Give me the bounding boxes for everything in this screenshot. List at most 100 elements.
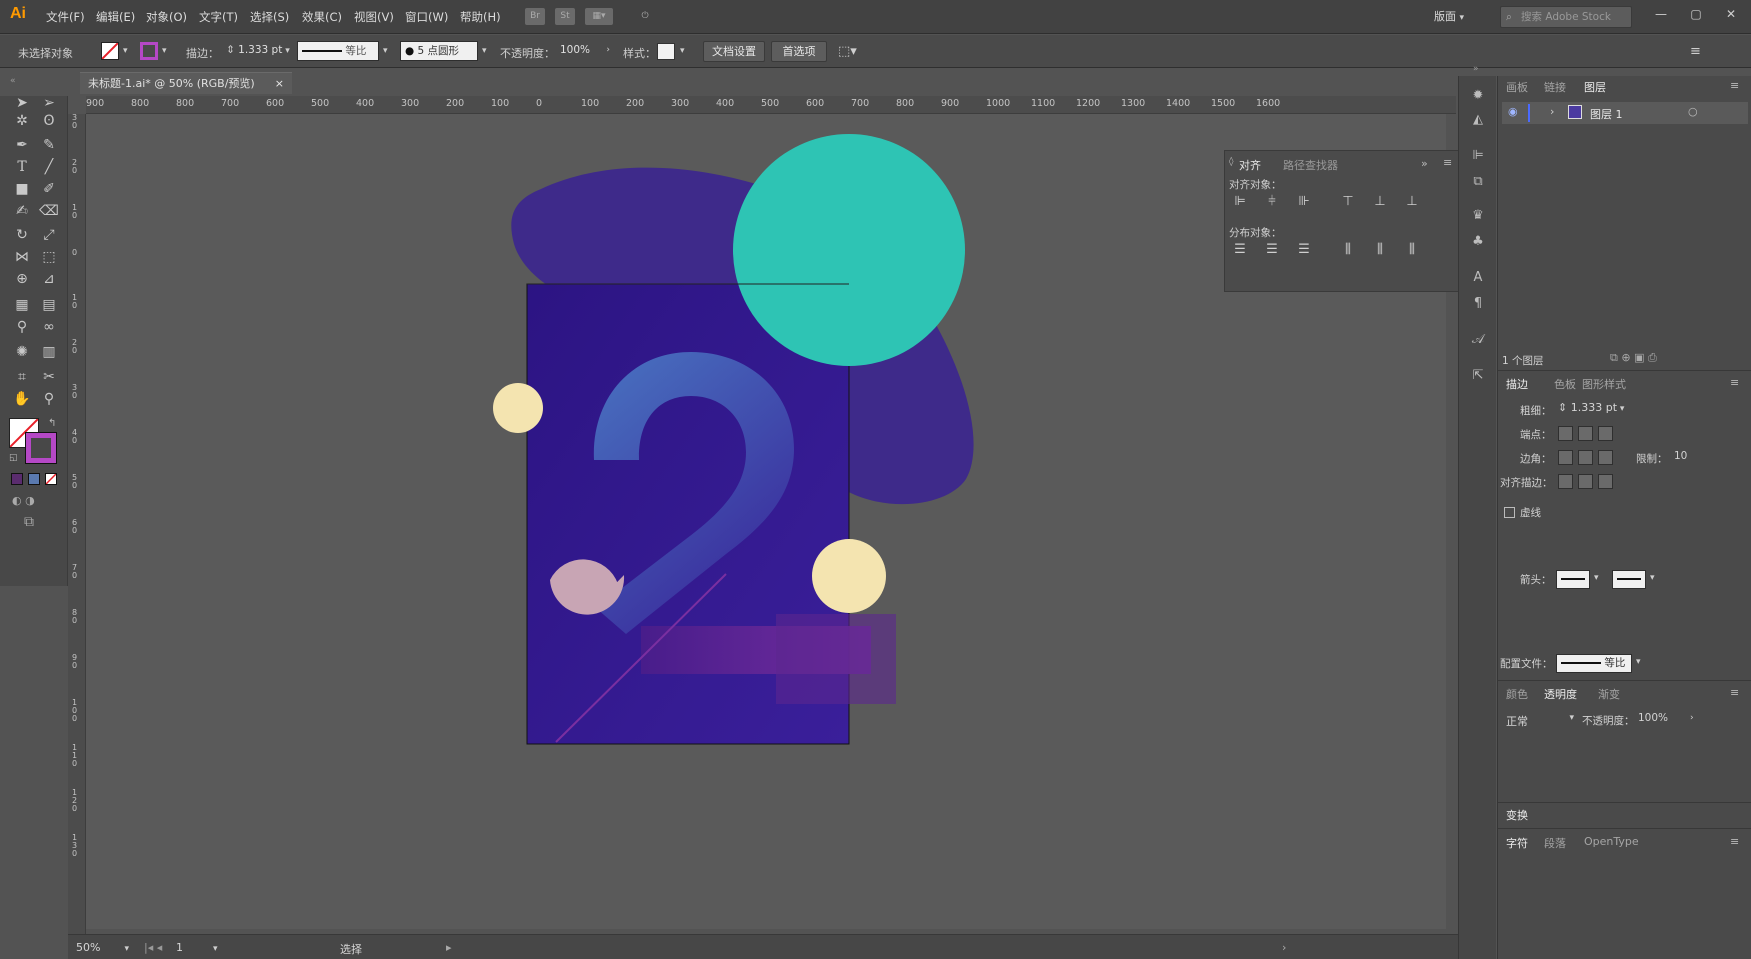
maximize-icon[interactable]: ▢ [1680, 4, 1712, 24]
bevel-join-icon[interactable] [1598, 450, 1613, 465]
pathfinder-strip-icon[interactable]: ⧉ [1468, 174, 1488, 192]
start-arrow-dropdown-icon[interactable]: ▾ [1594, 573, 1599, 583]
layer-target-icon[interactable]: ○ [1688, 105, 1698, 118]
stroke-weight-field[interactable]: ⇕ 1.333 pt ▾ [222, 41, 290, 61]
scale-tool-icon[interactable]: ⤢ [37, 224, 61, 246]
close-tab-icon[interactable]: × [275, 73, 284, 94]
width-tool-icon[interactable]: ⋈ [10, 246, 34, 268]
expand-panels-icon[interactable]: » [1473, 64, 1479, 74]
first-artboard-icon[interactable]: |◂ ◂ [144, 941, 162, 954]
stroke-menu-icon[interactable]: ≡ [1730, 376, 1739, 389]
menu-window[interactable]: 窗口(W) [405, 9, 448, 25]
menu-object[interactable]: 对象(O) [146, 9, 187, 25]
zoom-tool-icon[interactable]: ⚲ [37, 388, 61, 410]
rectangle-tool-icon[interactable]: ■ [10, 178, 34, 200]
align-bottom-icon[interactable]: ⊥ [1403, 193, 1421, 211]
collapse-toolbox-icon[interactable]: « [10, 76, 16, 86]
layers-menu-icon[interactable]: ≡ [1730, 79, 1739, 92]
fill-none-swatch[interactable] [101, 42, 119, 60]
document-tab[interactable]: 未标题-1.ai* @ 50% (RGB/预览) × [80, 72, 292, 94]
menu-help[interactable]: 帮助(H) [460, 9, 501, 25]
type-tool-icon[interactable]: T [10, 156, 34, 178]
perspective-grid-tool-icon[interactable]: ⊿ [37, 268, 61, 290]
graphic-style-swatch[interactable] [657, 43, 675, 60]
fill-dropdown-icon[interactable]: ▾ [123, 46, 128, 56]
tab-links[interactable]: 链接 [1544, 79, 1566, 95]
swap-fill-stroke-icon[interactable]: ↰ [48, 418, 56, 429]
menu-file[interactable]: 文件(F) [46, 9, 85, 25]
zoom-selector[interactable]: 50% ▾ [76, 941, 136, 954]
arrange-icon[interactable]: ⬚▾ [838, 44, 857, 59]
menu-edit[interactable]: 编辑(E) [96, 9, 135, 25]
align-menu-icon[interactable]: ≡ [1443, 156, 1452, 169]
round-cap-icon[interactable] [1578, 426, 1593, 441]
distribute-hcenter-icon[interactable]: ⫼ [1371, 241, 1389, 259]
paragraph-styles-icon[interactable]: ¶ [1468, 296, 1488, 314]
eyedropper-tool-icon[interactable]: ⚲ [10, 316, 34, 338]
artboard-number[interactable]: 1 ▾ [176, 941, 224, 954]
line-tool-icon[interactable]: ╱ [37, 156, 61, 178]
lasso-tool-icon[interactable]: ʘ [37, 110, 61, 132]
panel-collapse-icon[interactable]: ◊ [1229, 157, 1233, 167]
stroke-color-box[interactable] [25, 432, 57, 464]
stroke-spinner-icon[interactable]: ⇕ [226, 44, 238, 56]
distribute-right-icon[interactable]: ⫼ [1403, 241, 1421, 259]
distribute-vcenter-icon[interactable]: ☰ [1263, 241, 1281, 259]
free-transform-tool-icon[interactable]: ⬚ [37, 246, 61, 268]
eraser-tool-icon[interactable]: ⌫ [37, 200, 61, 222]
menu-select[interactable]: 选择(S) [250, 9, 289, 25]
tab-transparency[interactable]: 透明度 [1544, 686, 1577, 702]
cream-circle-right[interactable] [812, 539, 886, 613]
align-left-icon[interactable]: ⊫ [1231, 193, 1249, 211]
magic-wand-tool-icon[interactable]: ✲ [10, 110, 34, 132]
screen-mode-icon[interactable]: ⧉ [24, 514, 34, 530]
curvature-tool-icon[interactable]: ✎ [37, 134, 61, 156]
tab-graphic-styles[interactable]: 图形样式 [1582, 376, 1626, 392]
hand-tool-icon[interactable]: ✋ [10, 388, 34, 410]
layer-expand-icon[interactable]: › [1550, 105, 1554, 118]
shape-builder-tool-icon[interactable]: ⊕ [10, 268, 34, 290]
menu-type[interactable]: 文字(T) [199, 9, 238, 25]
round-join-icon[interactable] [1578, 450, 1593, 465]
export-icon[interactable]: ⇱ [1468, 368, 1488, 386]
tab-stroke[interactable]: 描边 [1506, 376, 1528, 392]
paintbrush-tool-icon[interactable]: ✐ [37, 178, 61, 200]
distribute-left-icon[interactable]: ⫼ [1339, 241, 1357, 259]
blend-mode-select[interactable]: 正常 ▾ [1506, 713, 1574, 729]
profile-dropdown-icon[interactable]: ▾ [383, 46, 388, 56]
end-arrow-dropdown-icon[interactable]: ▾ [1650, 573, 1655, 583]
distribute-top-icon[interactable]: ☰ [1231, 241, 1249, 259]
tab-gradient[interactable]: 渐变 [1598, 686, 1620, 702]
limit-value[interactable]: 10 [1674, 450, 1687, 462]
end-arrowhead-select[interactable] [1612, 570, 1646, 589]
brushes-icon[interactable]: ♛ [1468, 208, 1488, 226]
arrange-documents-icon[interactable]: ▦▾ [585, 8, 613, 25]
tab-align[interactable]: 对齐 [1239, 157, 1261, 173]
align-strip-icon[interactable]: ⊫ [1468, 148, 1488, 166]
brush-dropdown-icon[interactable]: ▾ [482, 46, 487, 56]
variable-width-profile[interactable]: 等比 [297, 41, 379, 61]
tab-layers[interactable]: 图层 [1584, 79, 1606, 95]
brush-definition[interactable]: ● 5 点圆形 [400, 41, 478, 61]
layer-row[interactable]: ◉ › 图层 1 ○ [1502, 102, 1748, 124]
character-menu-icon[interactable]: ≡ [1730, 835, 1739, 848]
bridge-button[interactable]: Br [525, 8, 545, 25]
color-mode-icon[interactable] [11, 473, 23, 485]
align-right-icon[interactable]: ⊪ [1295, 193, 1313, 211]
gradient-tool-icon[interactable]: ▤ [37, 294, 61, 316]
slice-tool-icon[interactable]: ✂ [37, 366, 61, 388]
align-vcenter-icon[interactable]: ⊥ [1371, 193, 1389, 211]
panel-menu-icon[interactable]: ≡ [1690, 44, 1701, 59]
miter-join-icon[interactable] [1558, 450, 1573, 465]
opacity-field[interactable]: 100% › [556, 41, 614, 61]
rotate-tool-icon[interactable]: ↻ [10, 224, 34, 246]
none-mode-icon[interactable] [45, 473, 57, 485]
libraries-icon[interactable]: ◭ [1468, 112, 1488, 130]
column-graph-tool-icon[interactable]: ▥ [37, 341, 61, 363]
color-guide-icon[interactable]: ✹ [1468, 88, 1488, 106]
stroke-weight-control[interactable]: ⇕ 1.333 pt ▾ [1558, 401, 1630, 414]
cream-circle-left[interactable] [493, 383, 543, 433]
align-stroke-outside-icon[interactable] [1598, 474, 1613, 489]
align-top-icon[interactable]: ⊤ [1339, 193, 1357, 211]
align-hcenter-icon[interactable]: ⫩ [1263, 193, 1281, 211]
